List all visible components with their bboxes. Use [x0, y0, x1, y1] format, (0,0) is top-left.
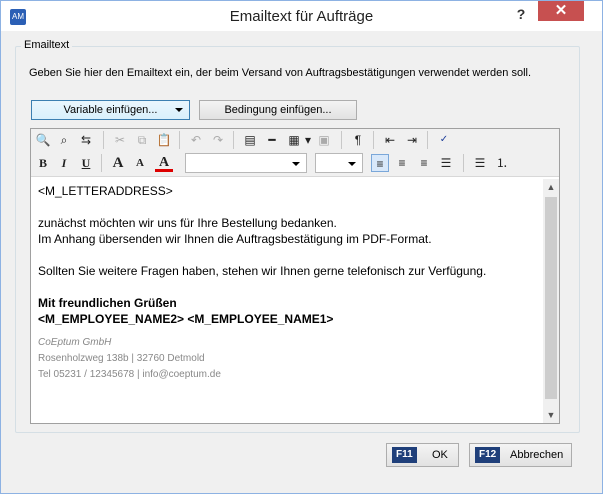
toolbar-separator: [101, 154, 102, 172]
vertical-scrollbar[interactable]: ▲ ▼: [543, 179, 559, 423]
find-next-icon[interactable]: ⌕: [55, 131, 73, 149]
scroll-down-icon[interactable]: ▼: [543, 407, 559, 423]
indent-icon[interactable]: ⇥: [403, 131, 421, 149]
font-size-combo[interactable]: [315, 153, 363, 173]
toolbar-separator: [103, 131, 104, 149]
font-name-combo[interactable]: [185, 153, 307, 173]
cancel-label: Abbrechen: [510, 449, 564, 461]
body-line: zunächst möchten wir uns für Ihre Bestel…: [38, 216, 337, 230]
signature-contact: Tel 05231 / 12345678 | info@coeptum.de: [38, 369, 221, 380]
font-color-icon[interactable]: A: [155, 154, 173, 172]
close-button[interactable]: ✕: [538, 1, 584, 21]
undo-icon[interactable]: ↶: [187, 131, 205, 149]
chevron-down-icon: [175, 108, 183, 112]
bullet-list-icon[interactable]: ☰: [471, 154, 489, 172]
align-center-icon[interactable]: ≡: [393, 154, 411, 172]
paragraph-marks-icon[interactable]: ¶: [349, 131, 367, 149]
toolbar-separator: [233, 131, 234, 149]
align-left-icon[interactable]: ≡: [371, 154, 389, 172]
cut-icon[interactable]: ✂: [111, 131, 129, 149]
closing-line: Mit freundlichen Grüßen: [38, 296, 177, 310]
table-properties-icon[interactable]: ▣: [315, 131, 333, 149]
redo-icon[interactable]: ↷: [209, 131, 227, 149]
ok-button[interactable]: F11 OK: [386, 443, 459, 467]
ok-label: OK: [432, 449, 448, 461]
signature-address: Rosenholzweg 138b | 32760 Detmold: [38, 353, 205, 364]
body-line: Im Anhang übersenden wir Ihnen die Auftr…: [38, 232, 432, 246]
toolbar-separator: [373, 131, 374, 149]
outdent-icon[interactable]: ⇤: [381, 131, 399, 149]
find-icon[interactable]: 🔍: [34, 131, 52, 149]
ok-shortcut-key: F11: [392, 447, 417, 463]
scroll-up-icon[interactable]: ▲: [543, 179, 559, 195]
spellcheck-icon[interactable]: ✓: [435, 131, 453, 149]
group-legend: Emailtext: [21, 39, 73, 51]
insert-variable-label: Variable einfügen...: [63, 104, 158, 116]
align-right-icon[interactable]: ≡: [415, 154, 433, 172]
signature-company: CoEptum GmbH: [38, 337, 112, 348]
chevron-down-icon: [348, 162, 356, 166]
underline-icon[interactable]: U: [77, 154, 95, 172]
table-dropdown-icon[interactable]: ▾: [303, 131, 313, 149]
rich-text-editor: 🔍 ⌕ ⇆ ✂ ⧉ 📋 ↶ ↷ ▤ ━ ▦ ▾ ▣ ¶ ⇤ ⇥ ✓ B I U …: [30, 128, 560, 424]
insert-variable-button[interactable]: Variable einfügen...: [31, 100, 190, 120]
insert-condition-button[interactable]: Bedingung einfügen...: [199, 100, 357, 120]
toolbar-separator: [179, 131, 180, 149]
instruction-text: Geben Sie hier den Emailtext ein, der be…: [29, 67, 532, 79]
shrink-font-icon[interactable]: A: [131, 154, 149, 172]
toolbar-separator: [463, 154, 464, 172]
replace-icon[interactable]: ⇆: [77, 131, 95, 149]
page-break-icon[interactable]: ▤: [241, 131, 259, 149]
toolbar-separator: [427, 131, 428, 149]
body-line: Sollten Sie weitere Fragen haben, stehen…: [38, 264, 487, 278]
numbered-list-icon[interactable]: ⒈: [493, 154, 511, 172]
employee-names-placeholder: <M_EMPLOYEE_NAME2> <M_EMPLOYEE_NAME1>: [38, 312, 334, 326]
scroll-thumb[interactable]: [545, 197, 557, 399]
cancel-button[interactable]: F12 Abbrechen: [469, 443, 572, 467]
editor-content[interactable]: <M_LETTERADDRESS> zunächst möchten wir u…: [38, 183, 538, 383]
italic-icon[interactable]: I: [55, 154, 73, 172]
cancel-shortcut-key: F12: [475, 447, 501, 463]
horizontal-line-icon[interactable]: ━: [263, 131, 281, 149]
help-button[interactable]: ?: [506, 4, 536, 24]
toolbar-separator: [341, 131, 342, 149]
dialog-window: AM Emailtext für Aufträge ? ✕ Emailtext …: [0, 0, 603, 494]
copy-icon[interactable]: ⧉: [133, 131, 151, 149]
title-bar[interactable]: AM Emailtext für Aufträge ? ✕: [1, 1, 602, 31]
grow-font-icon[interactable]: A: [109, 154, 127, 172]
letter-address-placeholder: <M_LETTERADDRESS>: [38, 184, 173, 198]
editor-toolbar: 🔍 ⌕ ⇆ ✂ ⧉ 📋 ↶ ↷ ▤ ━ ▦ ▾ ▣ ¶ ⇤ ⇥ ✓ B I U …: [31, 129, 559, 177]
paste-icon[interactable]: 📋: [155, 131, 173, 149]
chevron-down-icon: [292, 162, 300, 166]
bold-icon[interactable]: B: [34, 154, 52, 172]
align-justify-icon[interactable]: ☰: [437, 154, 455, 172]
table-icon[interactable]: ▦: [285, 131, 303, 149]
